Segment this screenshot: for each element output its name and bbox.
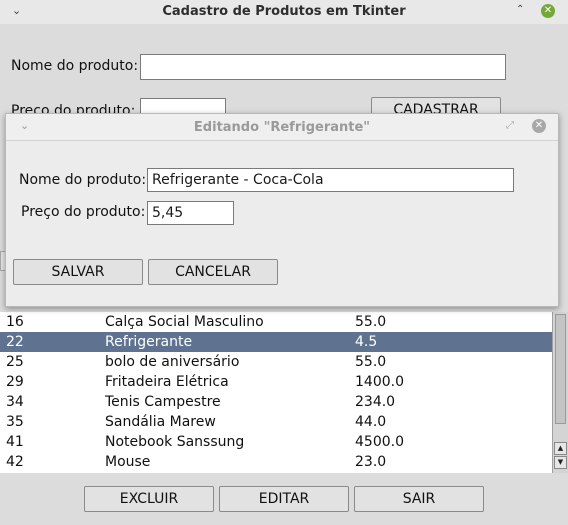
dialog-price-label: Preço do produto: <box>21 204 146 220</box>
cell-id: 35 <box>6 414 24 430</box>
cell-name: Refrigerante <box>105 334 193 350</box>
cell-price: 55.0 <box>355 314 387 330</box>
cell-id: 16 <box>6 314 24 330</box>
cell-name: Fritadeira Elétrica <box>105 374 229 390</box>
dialog-title: Editando "Refrigerante" <box>193 120 371 135</box>
maximize-icon[interactable]: ⤢ <box>506 119 514 133</box>
scroll-down-icon[interactable]: ▼ <box>554 456 567 469</box>
exit-button[interactable]: SAIR <box>354 486 484 512</box>
cell-name: Notebook Sanssung <box>105 434 245 450</box>
close-icon[interactable]: ✕ <box>541 4 555 18</box>
cell-name: Mouse <box>105 454 151 470</box>
list-item[interactable]: 35 Sandália Marew 44.0 <box>0 412 552 432</box>
cell-id: 29 <box>6 374 24 390</box>
cell-id: 22 <box>6 334 24 350</box>
cell-name: Sandália Marew <box>105 414 216 430</box>
list-item[interactable]: 42 Mouse 23.0 <box>0 452 552 472</box>
list-item[interactable]: 16 Calça Social Masculino 55.0 <box>0 312 552 332</box>
cell-name: bolo de aniversário <box>105 354 240 370</box>
window-title: Cadastro de Produtos em Tkinter <box>162 4 406 19</box>
cell-price: 23.0 <box>355 454 387 470</box>
main-title-bar: ⌄ Cadastro de Produtos em Tkinter ⌃ ✕ <box>0 0 568 24</box>
minimize-icon[interactable]: ⌃ <box>516 3 524 17</box>
name-label: Nome do produto: <box>11 58 139 74</box>
close-icon[interactable]: ✕ <box>532 119 546 133</box>
save-button[interactable]: SALVAR <box>13 259 143 285</box>
scrollbar-thumb[interactable] <box>555 314 566 424</box>
cell-price: 1400.0 <box>355 374 404 390</box>
cell-price: 4.5 <box>355 334 378 350</box>
cell-id: 34 <box>6 394 24 410</box>
list-item[interactable]: 22 Refrigerante 4.5 <box>0 332 552 352</box>
cell-price: 4500.0 <box>355 434 404 450</box>
delete-button[interactable]: EXCLUIR <box>84 486 214 512</box>
list-item[interactable]: 34 Tenis Campestre 234.0 <box>0 392 552 412</box>
cell-name: Tenis Campestre <box>105 394 221 410</box>
edit-dialog: ⌄ Editando "Refrigerante" ⤢ ✕ Nome do pr… <box>5 113 559 307</box>
cell-id: 42 <box>6 454 24 470</box>
dialog-name-input[interactable]: Refrigerante - Coca-Cola <box>147 168 514 192</box>
dialog-price-input[interactable]: 5,45 <box>147 201 234 225</box>
cancel-button[interactable]: CANCELAR <box>148 259 278 285</box>
list-item[interactable]: 29 Fritadeira Elétrica 1400.0 <box>0 372 552 392</box>
dialog-title-bar: ⌄ Editando "Refrigerante" ⤢ ✕ <box>6 114 558 141</box>
cell-price: 44.0 <box>355 414 387 430</box>
dialog-name-label: Nome do produto: <box>19 172 147 188</box>
list-item[interactable]: 25 bolo de aniversário 55.0 <box>0 352 552 372</box>
cell-price: 234.0 <box>355 394 396 410</box>
name-input[interactable] <box>140 54 506 80</box>
cell-price: 55.0 <box>355 354 387 370</box>
cell-id: 41 <box>6 434 24 450</box>
vertical-scrollbar[interactable]: ▲ ▼ <box>552 312 568 473</box>
list-item[interactable]: 41 Notebook Sanssung 4500.0 <box>0 432 552 452</box>
cell-id: 25 <box>6 354 24 370</box>
scroll-up-icon[interactable]: ▲ <box>554 442 567 455</box>
product-list[interactable]: 16 Calça Social Masculino 55.0 22 Refrigeran… <box>0 312 552 473</box>
cell-name: Calça Social Masculino <box>105 314 264 330</box>
edit-button[interactable]: EDITAR <box>219 486 349 512</box>
